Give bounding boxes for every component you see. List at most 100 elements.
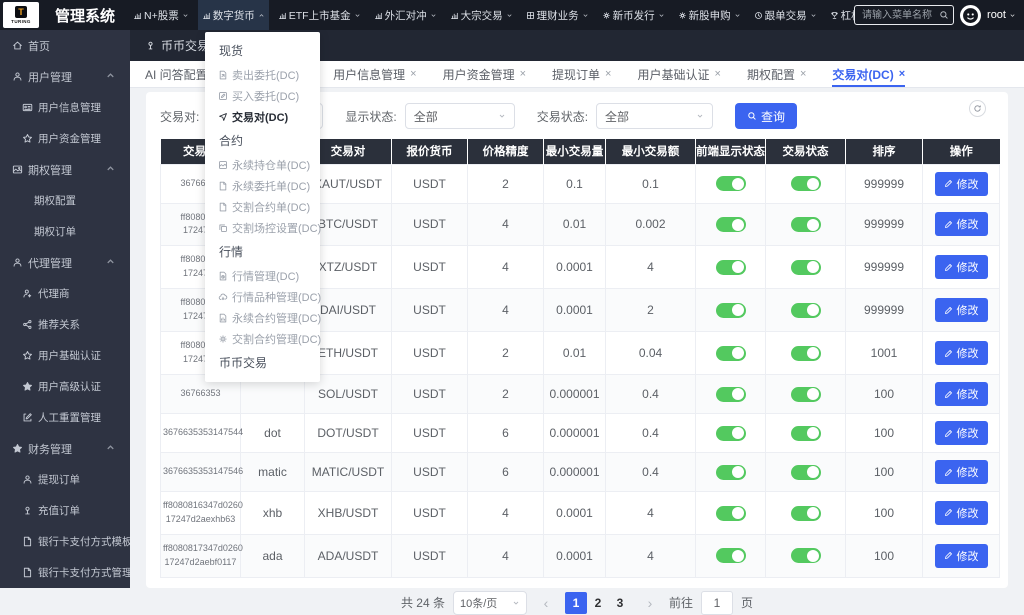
- display-status-toggle[interactable]: [716, 465, 746, 480]
- sidebar-item[interactable]: 首页: [0, 30, 130, 61]
- trade-status-toggle[interactable]: [791, 176, 821, 191]
- page-button[interactable]: 2: [587, 592, 609, 614]
- topnav-item[interactable]: 大宗交易: [446, 0, 517, 30]
- dropdown-item[interactable]: 交割场控设置(DC): [205, 217, 320, 238]
- close-icon[interactable]: ×: [715, 69, 721, 80]
- dropdown-item[interactable]: 卖出委托(DC): [205, 64, 320, 85]
- tab[interactable]: 交易对(DC)×: [832, 61, 905, 87]
- page-size-select[interactable]: 10条/页: [453, 591, 527, 615]
- prev-page-button[interactable]: ‹: [535, 592, 557, 614]
- sidebar-item[interactable]: 银行卡支付方式管理: [0, 557, 130, 588]
- sidebar-item[interactable]: 银行卡支付方式模板: [0, 526, 130, 557]
- dropdown-item[interactable]: 永续持仓单(DC): [205, 154, 320, 175]
- sidebar-item[interactable]: 期权订单: [0, 216, 130, 247]
- edit-button[interactable]: 修改: [935, 382, 988, 406]
- page-button[interactable]: 1: [565, 592, 587, 614]
- sidebar-item[interactable]: 用户基础认证: [0, 340, 130, 371]
- display-status-toggle[interactable]: [716, 548, 746, 563]
- close-icon[interactable]: ×: [605, 69, 611, 80]
- display-status-toggle[interactable]: [716, 426, 746, 441]
- tab[interactable]: 用户信息管理×: [333, 61, 416, 87]
- close-icon[interactable]: ×: [410, 69, 416, 80]
- refresh-button[interactable]: [969, 100, 986, 117]
- sidebar-item[interactable]: 用户管理: [0, 61, 130, 92]
- topnav-item[interactable]: 外汇对冲: [370, 0, 441, 30]
- display-status-select[interactable]: 全部: [405, 103, 515, 129]
- dropdown-group: 行情 行情管理(DC)行情品种管理(DC)永续合约管理(DC)交割合约管理(DC…: [205, 238, 320, 349]
- display-status-toggle[interactable]: [716, 387, 746, 402]
- trade-status-toggle[interactable]: [791, 260, 821, 275]
- sidebar-item[interactable]: 人工重置管理: [0, 402, 130, 433]
- tab[interactable]: 期权配置×: [747, 61, 806, 87]
- next-page-button[interactable]: ›: [639, 592, 661, 614]
- edit-button[interactable]: 修改: [935, 298, 988, 322]
- sidebar-item[interactable]: 期权配置: [0, 185, 130, 216]
- sidebar-item[interactable]: 充值订单: [0, 495, 130, 526]
- goto-page-input[interactable]: [701, 591, 733, 615]
- gear-icon: [678, 11, 687, 20]
- close-icon[interactable]: ×: [520, 69, 526, 80]
- topnav-item[interactable]: 新股申购: [674, 0, 745, 30]
- dropdown-item[interactable]: 永续合约管理(DC): [205, 307, 320, 328]
- topnav-item[interactable]: N+股票: [129, 0, 193, 30]
- page-button[interactable]: 3: [609, 592, 631, 614]
- trade-status-toggle[interactable]: [791, 506, 821, 521]
- sidebar-item[interactable]: 用户信息管理: [0, 92, 130, 123]
- dropdown-item[interactable]: 交割合约管理(DC): [205, 328, 320, 349]
- tab[interactable]: 用户基础认证×: [637, 61, 720, 87]
- dropdown-item[interactable]: 交割合约单(DC): [205, 196, 320, 217]
- edit-button[interactable]: 修改: [935, 341, 988, 365]
- display-status-toggle[interactable]: [716, 506, 746, 521]
- sidebar-item[interactable]: 用户高级认证: [0, 371, 130, 402]
- query-button[interactable]: 查询: [735, 103, 797, 129]
- topnav-item[interactable]: 杠杆交易: [826, 0, 854, 30]
- edit-button[interactable]: 修改: [935, 255, 988, 279]
- trade-status-toggle[interactable]: [791, 387, 821, 402]
- sidebar-item[interactable]: 推荐关系: [0, 309, 130, 340]
- dropdown-item[interactable]: 行情管理(DC): [205, 265, 320, 286]
- topnav-item[interactable]: ETF上市基金: [274, 0, 365, 30]
- sidebar-item[interactable]: 财务管理: [0, 433, 130, 464]
- close-icon[interactable]: ×: [899, 69, 905, 80]
- edit-button[interactable]: 修改: [935, 421, 988, 445]
- dropdown-item[interactable]: 行情品种管理(DC): [205, 286, 320, 307]
- tab[interactable]: 用户资金管理×: [443, 61, 526, 87]
- display-status-toggle[interactable]: [716, 176, 746, 191]
- avatar[interactable]: [960, 5, 981, 26]
- trade-status-toggle[interactable]: [791, 548, 821, 563]
- trade-status-toggle[interactable]: [791, 346, 821, 361]
- dropdown-item[interactable]: 交易对(DC): [205, 106, 320, 127]
- min-trade-amount: 0.4: [606, 414, 696, 453]
- edit-button[interactable]: 修改: [935, 460, 988, 484]
- table-row: 3676635353147546 matic MATIC/USDT USDT 6…: [161, 453, 1000, 492]
- user-menu[interactable]: root: [987, 9, 1016, 21]
- chevron-down-icon: [809, 12, 817, 19]
- sidebar-item[interactable]: 代理管理: [0, 247, 130, 278]
- topnav-item[interactable]: 新币发行: [598, 0, 669, 30]
- sidebar-item[interactable]: 提现订单: [0, 464, 130, 495]
- topnav-item[interactable]: 数字货币: [198, 0, 269, 30]
- sidebar-item[interactable]: 用户资金管理: [0, 123, 130, 154]
- topnav-item[interactable]: 跟单交易: [750, 0, 821, 30]
- dropdown-item[interactable]: 永续委托单(DC): [205, 175, 320, 196]
- topnav-item[interactable]: 理财业务: [522, 0, 593, 30]
- display-status-toggle[interactable]: [716, 303, 746, 318]
- edit-button[interactable]: 修改: [935, 544, 988, 568]
- trade-status-toggle[interactable]: [791, 426, 821, 441]
- display-status-toggle[interactable]: [716, 217, 746, 232]
- trade-status-select[interactable]: 全部: [596, 103, 713, 129]
- trade-status-toggle[interactable]: [791, 465, 821, 480]
- image-icon: [12, 164, 23, 175]
- edit-button[interactable]: 修改: [935, 501, 988, 525]
- tab[interactable]: 提现订单×: [552, 61, 611, 87]
- close-icon[interactable]: ×: [800, 69, 806, 80]
- display-status-toggle[interactable]: [716, 260, 746, 275]
- sidebar-item[interactable]: 代理商: [0, 278, 130, 309]
- edit-button[interactable]: 修改: [935, 172, 988, 196]
- dropdown-item[interactable]: 买入委托(DC): [205, 85, 320, 106]
- trade-status-toggle[interactable]: [791, 217, 821, 232]
- trade-status-toggle[interactable]: [791, 303, 821, 318]
- sidebar-item[interactable]: 期权管理: [0, 154, 130, 185]
- display-status-toggle[interactable]: [716, 346, 746, 361]
- edit-button[interactable]: 修改: [935, 212, 988, 236]
